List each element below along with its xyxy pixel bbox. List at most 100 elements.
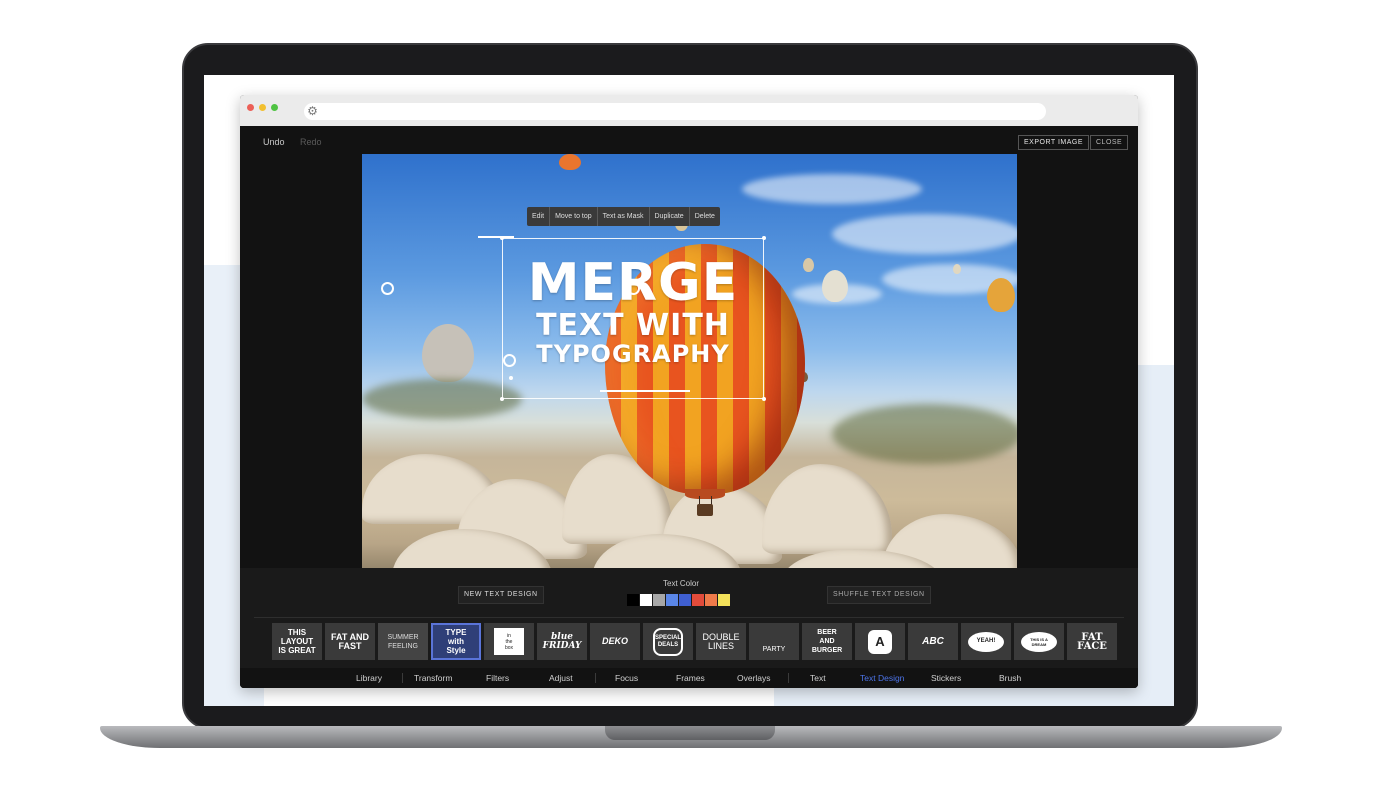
editor-app: Undo Redo EXPORT IMAGE CLOSE Edit Move t… — [240, 126, 1138, 688]
nav-adjust[interactable]: Adjust — [549, 673, 573, 683]
design-label: ABC — [922, 636, 944, 647]
text-design-presets: THIS LAYOUT IS GREAT FAT AND FAST SUMMER… — [272, 623, 1120, 660]
design-label: TYPE with Style — [445, 628, 467, 655]
design-in-the-box[interactable]: in the box — [484, 623, 534, 660]
nav-library[interactable]: Library — [356, 673, 382, 683]
corner-handle[interactable] — [762, 397, 766, 401]
design-summer-feeling[interactable]: SUMMER FEELING — [378, 623, 428, 660]
right-resize-handle[interactable] — [627, 282, 640, 295]
context-delete[interactable]: Delete — [690, 207, 720, 226]
design-label: BEER AND BURGER — [811, 629, 843, 654]
vegetation — [362, 379, 522, 419]
panel-divider — [254, 617, 1124, 618]
size-slider-handle[interactable] — [503, 354, 516, 367]
design-this-is-a-dream[interactable]: THIS IS A DREAM — [1014, 623, 1064, 660]
design-deko[interactable]: DEKO — [590, 623, 640, 660]
corner-handle[interactable] — [762, 236, 766, 240]
small-balloon — [822, 270, 848, 302]
small-balloon — [987, 278, 1015, 312]
color-swatch-yellow[interactable] — [718, 594, 730, 606]
design-yeah[interactable]: YEAH! — [961, 623, 1011, 660]
nav-transform[interactable]: Transform — [414, 673, 452, 683]
design-letter-a[interactable]: A — [855, 623, 905, 660]
browser-chrome: ⚙ — [240, 95, 1138, 126]
balloon-basket — [697, 504, 713, 516]
design-special-deals[interactable]: SPECIAL DEALS — [643, 623, 693, 660]
nav-filters[interactable]: Filters — [486, 673, 509, 683]
minimize-window-dot[interactable] — [259, 104, 266, 111]
design-abc[interactable]: ABC — [908, 623, 958, 660]
undo-button[interactable]: Undo — [263, 137, 285, 147]
small-balloon — [953, 264, 961, 274]
design-label: FAT AND FAST — [331, 631, 369, 651]
settings-gear-icon: ⚙ — [307, 104, 318, 118]
text-context-menu: Edit Move to top Text as Mask Duplicate … — [527, 207, 720, 226]
nav-overlays[interactable]: Overlays — [737, 673, 771, 683]
text-selection-box[interactable]: MERGE TEXT WITH TYPOGRAPHY — [502, 238, 764, 399]
nav-separator — [788, 673, 789, 683]
overlay-text-line-3: TYPOGRAPHY — [536, 340, 730, 368]
vegetation — [832, 404, 1017, 464]
new-text-design-button[interactable]: NEW TEXT DESIGN — [458, 586, 544, 604]
design-label: SUMMER FEELING — [387, 633, 419, 650]
design-label: PARTY — [762, 646, 786, 653]
color-swatch-orange[interactable] — [705, 594, 717, 606]
nav-focus[interactable]: Focus — [615, 673, 638, 683]
context-move-to-top[interactable]: Move to top — [550, 207, 598, 226]
small-balloon — [559, 154, 581, 170]
bottom-handle[interactable] — [509, 376, 513, 380]
context-edit[interactable]: Edit — [527, 207, 551, 226]
color-swatch-light-blue[interactable] — [666, 594, 678, 606]
text-color-label: Text Color — [663, 579, 700, 588]
color-swatch-blue[interactable] — [679, 594, 691, 606]
shuffle-text-design-button[interactable]: SHUFFLE TEXT DESIGN — [827, 586, 931, 604]
address-bar[interactable] — [304, 103, 1046, 120]
browser-window: ⚙ Undo Redo EXPORT IMAGE CLOSE Edit Move… — [240, 95, 1138, 688]
close-window-dot[interactable] — [247, 104, 254, 111]
design-label: FAT FACE — [1077, 631, 1107, 652]
balloon-skirt — [685, 489, 725, 499]
design-label: DEKO — [601, 636, 628, 646]
design-blue-friday[interactable]: blue FRIDAY — [537, 623, 587, 660]
nav-brush[interactable]: Brush — [999, 673, 1021, 683]
nav-text-design[interactable]: Text Design — [860, 673, 904, 683]
design-label: YEAH! — [968, 631, 1004, 652]
design-label: THIS IS A DREAM — [1021, 631, 1057, 652]
close-button[interactable]: CLOSE — [1090, 135, 1129, 150]
design-fat-and-fast[interactable]: FAT AND FAST — [325, 623, 375, 660]
stage: ⚙ Undo Redo EXPORT IMAGE CLOSE Edit Move… — [0, 0, 1383, 800]
design-label: DOUBLE LINES — [702, 631, 740, 651]
color-swatch-red[interactable] — [692, 594, 704, 606]
color-swatch-white[interactable] — [640, 594, 652, 606]
color-swatch-black[interactable] — [627, 594, 639, 606]
canvas-photo[interactable]: Edit Move to top Text as Mask Duplicate … — [362, 154, 1017, 587]
small-balloon — [803, 258, 814, 272]
nav-stickers[interactable]: Stickers — [931, 673, 961, 683]
design-this-layout[interactable]: THIS LAYOUT IS GREAT — [272, 623, 322, 660]
size-slider-bar[interactable] — [600, 390, 690, 392]
design-fat-face[interactable]: FAT FACE — [1067, 623, 1117, 660]
design-double-lines[interactable]: DOUBLE LINES — [696, 623, 746, 660]
cloud — [832, 214, 1017, 254]
left-resize-handle[interactable] — [381, 282, 394, 295]
redo-button[interactable]: Redo — [300, 137, 322, 147]
text-design-panel: NEW TEXT DESIGN Text Color SHUFFLE TEXT … — [240, 568, 1138, 688]
design-label: in the box — [494, 628, 524, 655]
design-label: THIS LAYOUT IS GREAT — [278, 628, 316, 655]
nav-frames[interactable]: Frames — [676, 673, 705, 683]
design-beer-and-burger[interactable]: BEER AND BURGER — [802, 623, 852, 660]
maximize-window-dot[interactable] — [271, 104, 278, 111]
small-balloon — [422, 324, 474, 382]
color-swatches — [627, 594, 731, 606]
design-label: blue FRIDAY — [542, 631, 582, 651]
corner-handle[interactable] — [500, 397, 504, 401]
context-text-as-mask[interactable]: Text as Mask — [598, 207, 650, 226]
context-duplicate[interactable]: Duplicate — [650, 207, 690, 226]
color-swatch-gray[interactable] — [653, 594, 665, 606]
rock-formation — [762, 464, 892, 554]
export-image-button[interactable]: EXPORT IMAGE — [1018, 135, 1090, 150]
corner-handle[interactable] — [500, 236, 504, 240]
design-party[interactable]: PARTY — [749, 623, 799, 660]
design-type-with-style[interactable]: TYPE with Style — [431, 623, 481, 660]
nav-text[interactable]: Text — [810, 673, 826, 683]
